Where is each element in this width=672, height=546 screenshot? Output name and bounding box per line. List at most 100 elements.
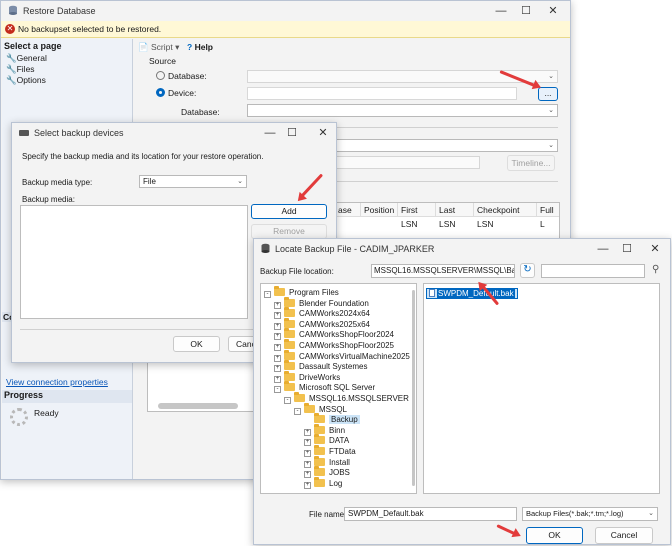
column-header[interactable]: Last LSN [436,203,474,229]
tree-item[interactable]: + CAMWorksShopFloor2024 [274,328,395,341]
refresh-button[interactable]: ↻ [520,263,535,278]
tree-item[interactable]: - MSSQL16.MSSQLSERVER [284,392,409,405]
folder-icon [274,286,285,296]
expand-icon[interactable]: + [274,322,281,330]
minimize-button[interactable]: — [258,123,282,143]
destination-database-select[interactable]: ⌄ [247,104,558,117]
folder-tree: - Program Files + Blender Foundation + CAMWor… [260,283,417,494]
expand-icon[interactable]: + [274,333,281,341]
expand-icon[interactable]: + [274,344,281,351]
collapse-icon[interactable]: - [284,397,291,404]
script-button[interactable]: 📄 Script ▾ [138,42,179,53]
tree-item[interactable]: + JOBS [304,466,350,479]
locate-ok-button[interactable]: OK [526,527,583,544]
browse-device-button[interactable]: ... [538,87,558,101]
folder-icon [284,328,295,339]
tree-item-label: Program Files [289,288,339,297]
tree-item[interactable]: - MSSQL [294,402,347,416]
search-input[interactable] [541,264,645,278]
backup-media-list[interactable] [20,205,248,319]
page-item-general[interactable]: 🔧General [6,53,47,64]
restore-to-select[interactable]: ⌄ [336,139,558,152]
refresh-icon: ↻ [523,264,532,275]
file-item[interactable]: SWPDM_Default.bak [426,288,518,299]
tree-item-label: Dassault Systemes [299,362,368,372]
expand-icon[interactable]: + [304,450,311,457]
expand-icon[interactable]: + [304,428,311,436]
expand-icon[interactable]: + [304,439,311,447]
add-button[interactable]: Add [251,204,327,219]
radio-unchecked-icon [156,71,165,80]
minimize-button[interactable]: — [591,239,615,259]
tree-item[interactable]: + CAMWorksShopFloor2025 [274,339,395,352]
folder-icon [284,381,295,392]
horizontal-scrollbar[interactable] [158,403,238,409]
maximize-button[interactable]: ☐ [615,239,639,259]
tree-item[interactable]: + Log [304,476,342,490]
expand-icon[interactable]: + [274,354,281,362]
expand-icon[interactable]: + [304,481,311,489]
locate-backup-file-dialog: Locate Backup File - CADIM_JPARKER — ☐ ✕… [253,238,671,545]
close-button[interactable]: ✕ [541,1,565,21]
devices-ok-button[interactable]: OK [173,336,220,352]
file-type-select[interactable]: Backup Files(*.bak;*.tm;*.log) ⌄ [522,507,658,521]
folder-icon [314,413,325,424]
tree-item-label: CAMWorksShopFloor2025 [299,341,395,350]
expand-icon[interactable]: + [274,375,281,383]
devices-title: Select backup devices [34,128,124,138]
tree-item[interactable]: - Microsoft SQL Server [274,381,375,394]
search-icon[interactable]: ⚲ [652,264,659,275]
column-header[interactable]: Position [361,203,398,217]
devices-cancel-button[interactable]: Cance [228,336,261,352]
expand-icon[interactable]: + [274,312,281,320]
page-item-options[interactable]: 🔧Options [6,75,46,86]
expand-icon[interactable]: + [304,460,311,468]
remove-button[interactable]: Remove [251,224,327,239]
device-path-input[interactable] [247,87,517,100]
close-button[interactable]: ✕ [311,123,335,143]
collapse-icon[interactable]: - [274,386,281,394]
tree-item[interactable]: + DATA [304,434,349,447]
minimize-button[interactable]: — [489,1,513,21]
device-radio[interactable]: Device: [156,88,196,98]
file-item-name: SWPDM_Default.bak [437,289,515,298]
locate-cancel-button[interactable]: Cancel [595,527,653,544]
page-item-files[interactable]: 🔧Files [6,64,35,75]
help-button[interactable]: ? Help [187,42,213,52]
restore-titlebar: Restore Database [1,1,570,21]
column-header[interactable]: First LSN [398,203,436,229]
collapse-icon[interactable]: - [294,407,301,415]
database-icon [261,243,270,255]
folder-icon [314,445,325,455]
file-name-input[interactable]: SWPDM_Default.bak [344,507,517,521]
expand-icon[interactable]: + [274,301,281,309]
tree-item[interactable]: + Binn [304,423,345,437]
close-button[interactable]: ✕ [643,239,667,259]
expand-icon[interactable]: + [304,471,311,479]
wrench-icon: 🔧 [6,53,17,63]
folder-icon [284,317,295,328]
tree-item[interactable]: Backup [304,413,360,426]
column-header[interactable]: Checkpoint LSN [474,203,537,229]
tree-item[interactable]: + Install [304,455,350,469]
column-header[interactable]: Full L [537,203,559,229]
tree-item[interactable]: + CAMWorksVirtualMachine2025 [274,349,410,363]
location-input[interactable]: MSSQL16.MSSQLSERVER\MSSQL\Backup [371,264,515,278]
timeline-button[interactable]: Timeline... [507,155,555,171]
maximize-button[interactable]: ☐ [280,123,304,143]
restore-to-text [336,156,480,169]
view-connection-link[interactable]: View connection properties [6,377,108,387]
collapse-icon[interactable]: - [264,291,271,298]
media-type-select[interactable]: File ⌄ [139,175,247,188]
folder-icon [284,296,295,307]
expand-icon[interactable]: + [274,365,281,373]
chevron-down-icon: ⌄ [648,510,654,517]
tree-item[interactable]: + FTData [304,445,356,458]
maximize-button[interactable]: ☐ [514,1,538,21]
tree-item-label: CAMWorksShopFloor2024 [299,330,395,340]
vertical-scrollbar[interactable] [412,290,415,486]
column-header[interactable]: ase [335,203,361,217]
database-radio[interactable]: Database: [156,71,207,81]
tree-item-label: CAMWorks2025x64 [299,319,370,329]
tree-item[interactable]: - Program Files [264,286,339,299]
